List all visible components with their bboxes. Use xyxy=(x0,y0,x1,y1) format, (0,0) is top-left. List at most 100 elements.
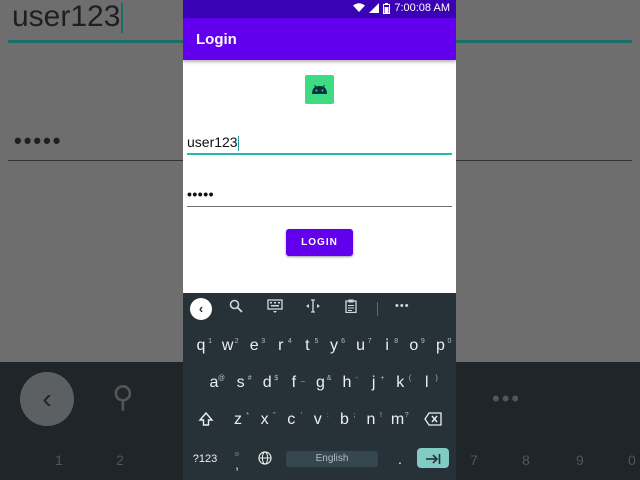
key-label: j xyxy=(371,374,376,391)
shift-key[interactable] xyxy=(197,411,215,430)
key-hint: # xyxy=(247,375,252,382)
username-underline xyxy=(187,153,452,155)
key-label: k xyxy=(396,374,405,391)
key-p[interactable]: p0 xyxy=(431,333,451,359)
language-globe-icon[interactable] xyxy=(257,451,273,468)
password-underline xyxy=(187,206,452,207)
key-x[interactable]: x " xyxy=(256,407,276,433)
key-hint: _ xyxy=(300,375,305,382)
comma-key[interactable]: ☺, xyxy=(231,451,243,472)
key-label: u xyxy=(356,337,366,354)
key-label: o xyxy=(409,337,419,354)
key-label: l xyxy=(425,374,429,391)
key-f[interactable]: f _ xyxy=(285,370,305,396)
backspace-key[interactable] xyxy=(423,412,443,429)
key-o[interactable]: o9 xyxy=(405,333,424,359)
key-hint: : xyxy=(326,412,329,419)
key-y[interactable]: y6 xyxy=(325,333,345,359)
key-label: x xyxy=(260,411,269,428)
key-hint: 2 xyxy=(234,338,239,345)
background-number-hint: 1 xyxy=(55,452,63,468)
key-k[interactable]: k( xyxy=(391,370,411,396)
key-hint: 9 xyxy=(420,338,425,345)
more-icon[interactable]: ••• xyxy=(395,300,410,312)
space-bar[interactable]: English xyxy=(286,451,378,467)
key-w[interactable]: w2 xyxy=(219,333,239,359)
username-field[interactable]: user123 xyxy=(187,132,452,155)
key-label: s xyxy=(236,374,245,391)
keyboard-row-1: q1w2e3r4t5y6u7i8o9p0 xyxy=(183,333,456,359)
keyboard-settings-icon[interactable] xyxy=(267,299,283,316)
enter-key[interactable] xyxy=(417,448,449,468)
key-label: z xyxy=(234,411,242,428)
username-input-text[interactable]: user123 xyxy=(187,132,452,152)
key-label: n xyxy=(366,411,376,428)
key-hint: 7 xyxy=(367,338,372,345)
key-label: p xyxy=(435,337,445,354)
background-number-hint: 2 xyxy=(116,452,124,468)
key-q[interactable]: q1 xyxy=(192,333,212,359)
key-label: v xyxy=(313,411,322,428)
login-button[interactable]: LOGIN xyxy=(286,229,353,256)
enter-arrow-icon xyxy=(426,454,441,465)
status-bar: 7:00:08 AM xyxy=(183,0,456,18)
key-u[interactable]: u7 xyxy=(352,333,371,359)
key-t[interactable]: t5 xyxy=(298,333,318,359)
key-hint: 4 xyxy=(287,338,292,345)
wifi-icon xyxy=(353,3,366,12)
key-hint: ; xyxy=(353,412,356,419)
key-i[interactable]: i8 xyxy=(378,333,398,359)
key-hint: * xyxy=(246,412,249,419)
search-icon[interactable] xyxy=(229,299,243,316)
key-z[interactable]: z * xyxy=(229,407,249,433)
key-e[interactable]: e3 xyxy=(245,333,265,359)
key-d[interactable]: d $ xyxy=(258,370,278,396)
key-hint: 5 xyxy=(314,338,319,345)
password-field[interactable]: ••••• xyxy=(187,184,452,207)
key-l[interactable]: l) xyxy=(418,370,438,396)
background-back-icon: ‹ xyxy=(20,372,74,426)
key-g[interactable]: g & xyxy=(311,370,331,396)
key-hint: 3 xyxy=(261,338,266,345)
key-hint: @ xyxy=(217,375,225,382)
app-bar-title: Login xyxy=(196,31,237,48)
keyboard-back-icon[interactable]: ‹ xyxy=(190,298,212,320)
background-search-icon: ⚲ xyxy=(112,381,134,414)
key-hint: ( xyxy=(408,375,412,382)
key-s[interactable]: s # xyxy=(232,370,252,396)
key-hint: ? xyxy=(404,412,409,419)
key-label: g xyxy=(315,374,325,391)
battery-icon xyxy=(383,2,391,14)
clipboard-icon[interactable] xyxy=(345,299,357,316)
password-input-text[interactable]: ••••• xyxy=(187,184,452,204)
background-number-hint: 8 xyxy=(522,452,530,468)
key-r[interactable]: r4 xyxy=(272,333,292,359)
key-j[interactable]: j + xyxy=(365,370,385,396)
key-h[interactable]: h- xyxy=(338,370,358,396)
background-number-hint: 7 xyxy=(470,452,478,468)
background-more-icon: ••• xyxy=(492,386,522,411)
key-hint: ' xyxy=(300,412,303,419)
symbols-key[interactable]: ?123 xyxy=(191,453,219,465)
key-v[interactable]: v: xyxy=(309,407,329,433)
key-label: w xyxy=(221,337,234,354)
toolbar-divider xyxy=(377,302,378,316)
key-m[interactable]: m? xyxy=(389,407,409,433)
key-hint: 0 xyxy=(447,338,452,345)
status-time: 7:00:08 AM xyxy=(394,2,450,14)
key-b[interactable]: b; xyxy=(335,407,355,433)
key-n[interactable]: n! xyxy=(362,407,382,433)
soft-keyboard: ‹ ••• q1w2e3r4t5y6u7i8o9p0 a @ s # d $ f _ g & h - j… xyxy=(183,293,456,480)
background-username-text: user123 xyxy=(12,0,124,34)
key-a[interactable]: a @ xyxy=(205,370,225,396)
period-key[interactable]: . xyxy=(395,451,405,467)
cursor-control-icon[interactable] xyxy=(305,299,321,316)
background-password-text: ••••• xyxy=(14,128,63,153)
keyboard-row-3: z * x " c ' v: b; n! m? xyxy=(183,407,456,433)
signal-icon xyxy=(369,3,380,13)
text-cursor xyxy=(237,135,239,151)
key-hint: $ xyxy=(274,375,279,382)
key-c[interactable]: c ' xyxy=(282,407,302,433)
background-number-hint: 9 xyxy=(576,452,584,468)
key-label: t xyxy=(305,337,310,354)
